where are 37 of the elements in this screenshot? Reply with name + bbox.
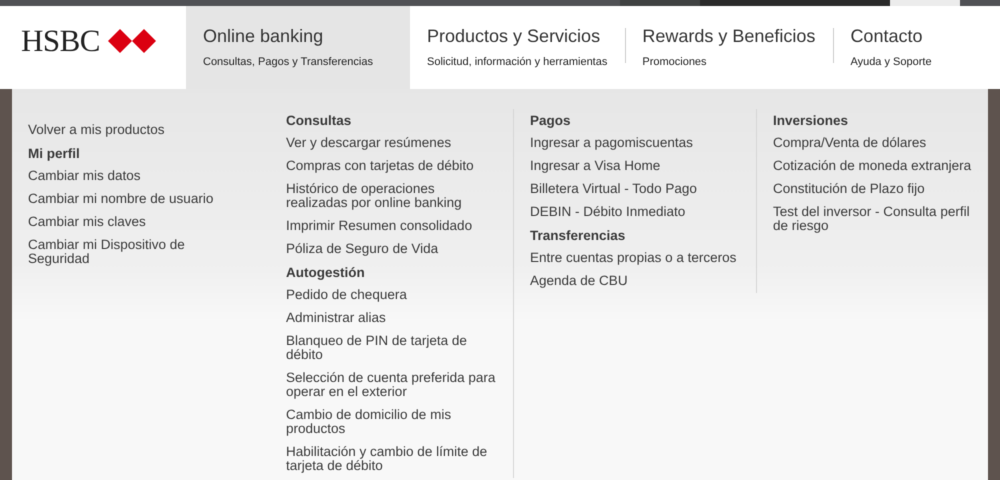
menu-link[interactable]: Entre cuentas propias o a terceros: [530, 251, 736, 265]
menu-link[interactable]: Administrar alias: [286, 311, 386, 325]
menu-heading: Inversiones: [773, 113, 848, 128]
menu-link[interactable]: Ver y descargar resúmenes: [286, 136, 452, 150]
menu-link[interactable]: Compra/Venta de dólares: [773, 136, 926, 150]
menu-link[interactable]: Billetera Virtual - Todo Pago: [530, 182, 697, 196]
menu-link[interactable]: Póliza de Seguro de Vida: [286, 242, 438, 256]
menu-heading: Transferencias: [530, 228, 626, 243]
nav-tab[interactable]: Productos y Servicios Solicitud, información y herramientas: [410, 6, 626, 89]
menu-link[interactable]: Ingresar a Visa Home: [530, 159, 660, 173]
menu-link[interactable]: Cambiar mi Dispositivo de Seguridad: [28, 238, 238, 266]
menu-heading: Autogestión: [286, 265, 365, 280]
menu-link[interactable]: Cotización de moneda extranjera: [773, 159, 972, 173]
menu-link[interactable]: Pedido de chequera: [286, 288, 407, 302]
menu-link[interactable]: Cambiar mis claves: [28, 215, 146, 229]
menu-link[interactable]: Histórico de operaciones realizadas por online banking: [286, 182, 496, 210]
menu-link[interactable]: Habilitación y cambio de límite de tarjeta de débito: [286, 445, 496, 473]
menu-link[interactable]: Constitución de Plazo fijo: [773, 182, 925, 196]
menu-link[interactable]: Selección de cuenta preferida para operar en el exterior: [286, 371, 496, 399]
menu-link[interactable]: Cambiar mi nombre de usuario: [28, 192, 214, 206]
menu-link[interactable]: Cambiar mis datos: [28, 169, 141, 183]
nav-tab[interactable]: Rewards y Beneficios Promociones: [625, 6, 834, 89]
menu-link[interactable]: Agenda de CBU: [530, 274, 628, 288]
menu-link[interactable]: Imprimir Resumen consolidado: [286, 219, 472, 233]
menu-link[interactable]: Compras con tarjetas de débito: [286, 159, 474, 173]
menu-link[interactable]: Cambio de domicilio de mis productos: [286, 408, 496, 436]
menu-heading: Consultas: [286, 113, 352, 128]
menu-heading: Mi perfil: [28, 146, 80, 161]
nav-tab[interactable]: Contacto Ayuda y Soporte: [833, 6, 950, 89]
menu-heading: Pagos: [530, 113, 571, 128]
nav-tab[interactable]: Online banking Consultas, Pagos y Transferencias: [186, 6, 410, 89]
menu-link[interactable]: Ingresar a pagomiscuentas: [530, 136, 693, 150]
menu-link[interactable]: Blanqueo de PIN de tarjeta de débito: [286, 334, 496, 362]
menu-link[interactable]: Volver a mis productos: [28, 123, 165, 137]
menu-link[interactable]: DEBIN - Débito Inmediato: [530, 205, 686, 219]
logo-text[interactable]: HSBC: [21, 22, 100, 58]
menu-link[interactable]: Test del inversor - Consulta perfil de riesgo: [773, 205, 974, 233]
